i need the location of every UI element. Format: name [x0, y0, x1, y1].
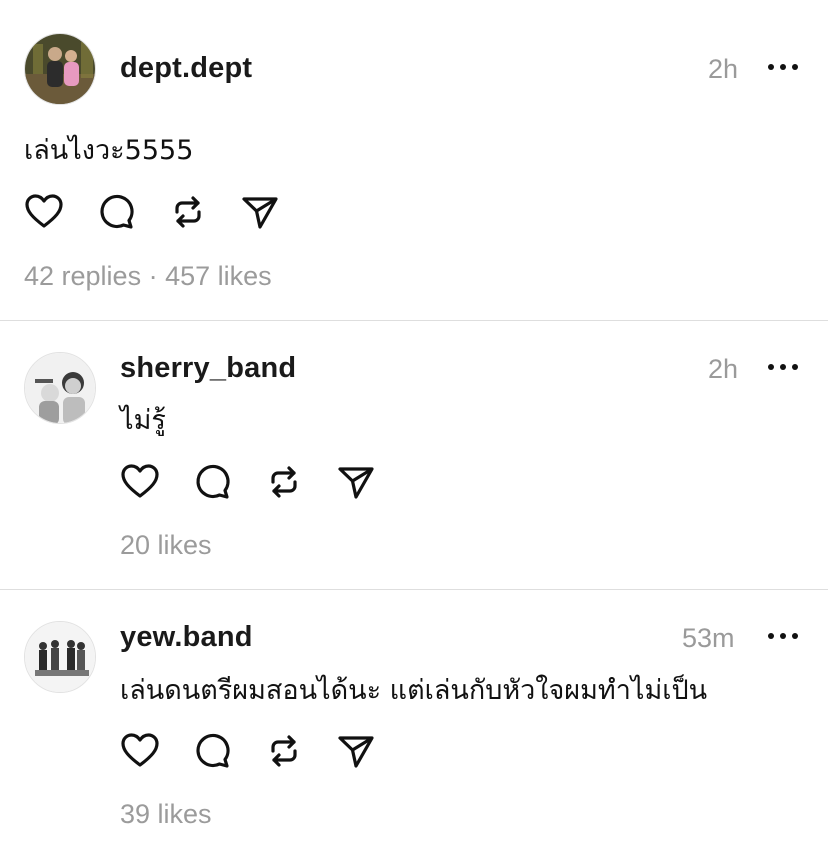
repost-icon[interactable] [264, 731, 304, 771]
post-text: ไม่รู้ [120, 405, 166, 436]
username[interactable]: sherry_band [120, 352, 296, 385]
username[interactable]: yew.band [120, 621, 253, 654]
post-text: เล่นดนตรีผมสอนได้นะ แต่เล่นกับหัวใจผมทำไ… [120, 675, 708, 706]
repost-icon[interactable] [168, 192, 208, 232]
post-text: เล่นไงวะ5555 [24, 135, 194, 166]
heart-icon[interactable] [120, 462, 160, 502]
comment-icon[interactable] [192, 731, 232, 771]
heart-icon[interactable] [120, 731, 160, 771]
comment-icon[interactable] [192, 462, 232, 502]
separator: · [148, 261, 158, 291]
replies-count[interactable]: 42 replies [24, 261, 141, 291]
more-icon[interactable] [768, 362, 798, 372]
post-stats: 42 replies · 457 likes [24, 261, 272, 292]
avatar[interactable] [24, 621, 96, 693]
thread-reply: yew.band 53m เล่นดนตรีผมสอนได้นะ แต่เล่น… [0, 590, 828, 851]
avatar[interactable] [24, 352, 96, 424]
thread-post: dept.dept 2h เล่นไงวะ5555 42 replies · 4… [0, 0, 828, 321]
comment-icon[interactable] [96, 192, 136, 232]
send-icon[interactable] [336, 731, 376, 771]
thread-reply: sherry_band 2h ไม่รู้ 20 likes [0, 321, 828, 590]
username[interactable]: dept.dept [120, 52, 252, 85]
timestamp: 2h [708, 54, 739, 84]
heart-icon[interactable] [24, 192, 64, 232]
avatar[interactable] [24, 33, 96, 105]
send-icon[interactable] [240, 192, 280, 232]
repost-icon[interactable] [264, 462, 304, 502]
send-icon[interactable] [336, 462, 376, 502]
likes-count[interactable]: 39 likes [120, 799, 212, 830]
likes-count[interactable]: 457 likes [165, 261, 272, 291]
more-icon[interactable] [768, 62, 798, 72]
timestamp: 53m [682, 623, 735, 653]
more-icon[interactable] [768, 631, 798, 641]
likes-count[interactable]: 20 likes [120, 530, 212, 561]
timestamp: 2h [708, 354, 739, 384]
